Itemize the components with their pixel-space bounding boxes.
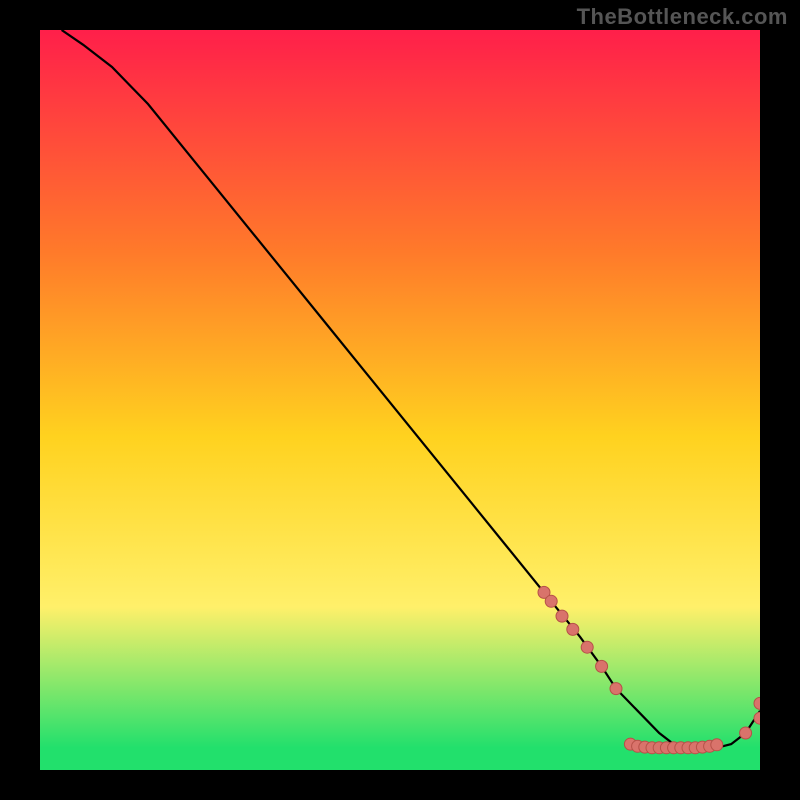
data-marker bbox=[545, 595, 557, 607]
data-marker bbox=[556, 610, 568, 622]
data-marker bbox=[596, 660, 608, 672]
plot-area bbox=[40, 30, 760, 770]
data-marker bbox=[711, 739, 723, 751]
data-marker bbox=[567, 623, 579, 635]
chart-container: { "watermark": "TheBottleneck.com", "col… bbox=[0, 0, 800, 800]
watermark-text: TheBottleneck.com bbox=[577, 4, 788, 30]
gradient-background bbox=[40, 30, 760, 770]
data-marker bbox=[740, 727, 752, 739]
data-marker bbox=[610, 683, 622, 695]
data-marker bbox=[581, 641, 593, 653]
chart-svg bbox=[40, 30, 760, 770]
